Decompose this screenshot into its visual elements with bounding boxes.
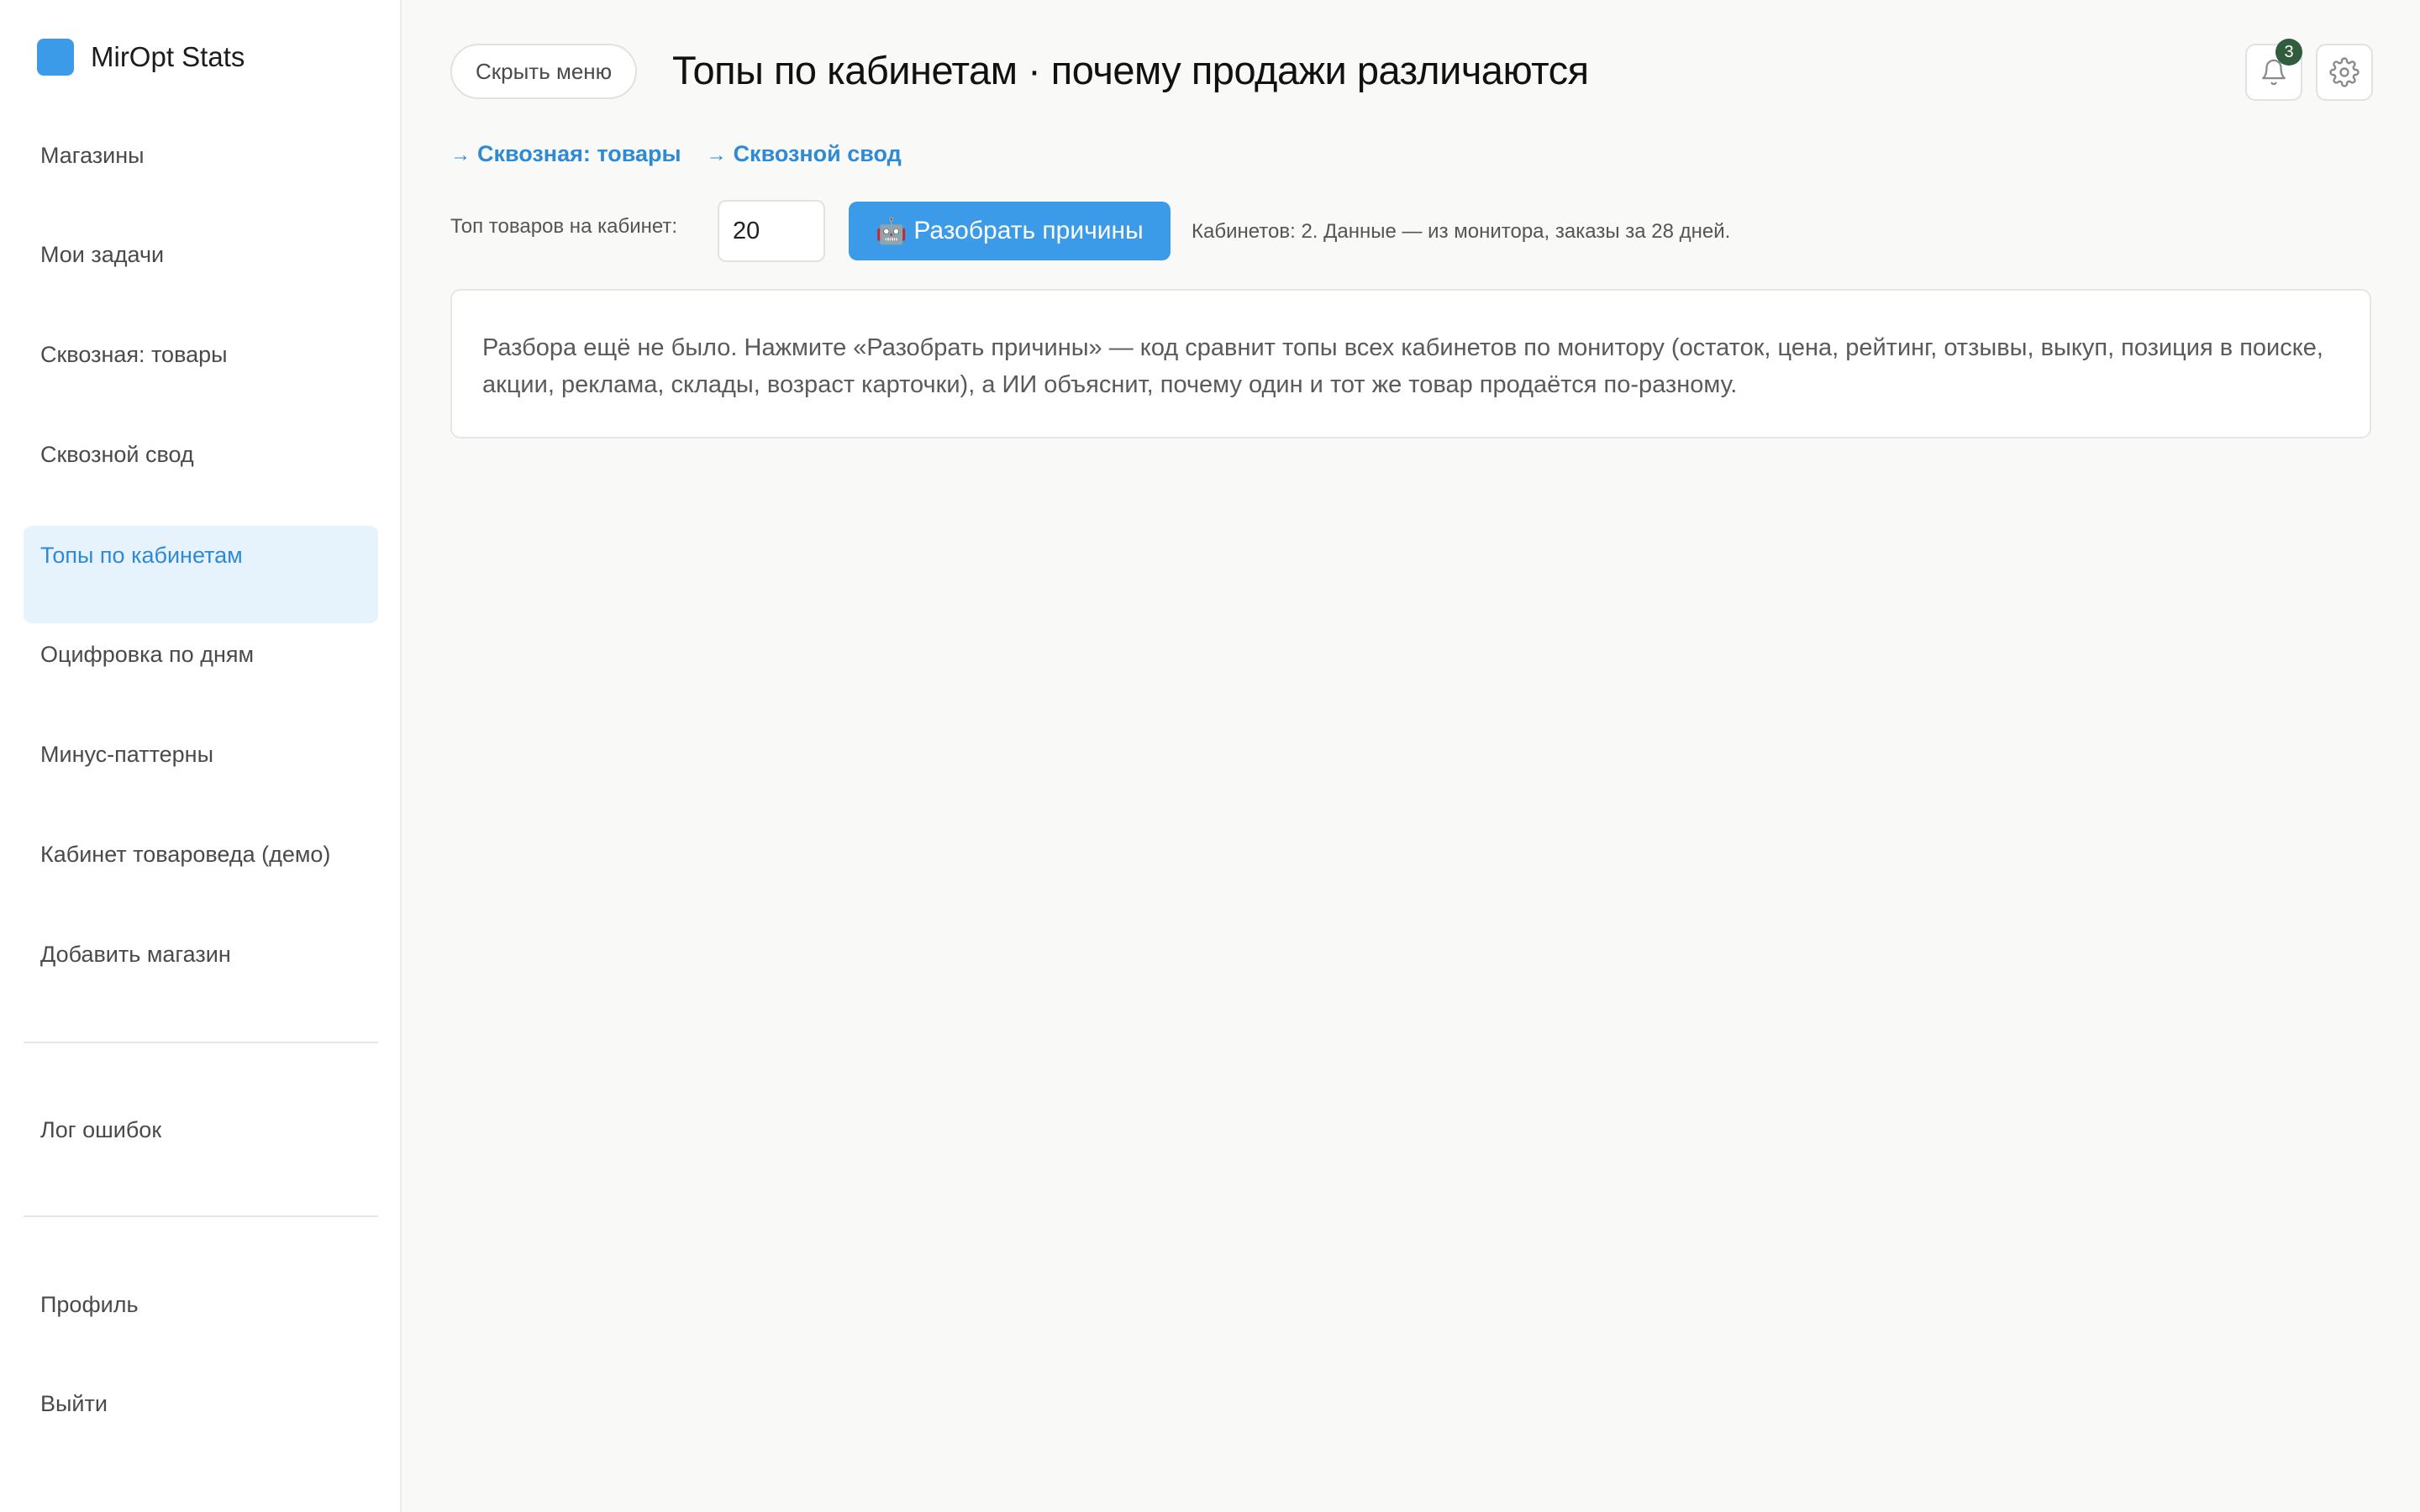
link-label: Сквозная: товары <box>477 141 681 166</box>
sidebar-item-logout[interactable]: Выйти <box>24 1374 378 1472</box>
sidebar-divider <box>24 1042 378 1043</box>
notifications-button[interactable]: 3 <box>2245 39 2302 101</box>
analyze-reasons-button[interactable]: 🤖 Разобрать причины <box>849 202 1171 260</box>
app-title: MirOpt Stats <box>91 41 245 72</box>
sidebar-item-add-store[interactable]: Добавить магазин <box>24 925 378 1022</box>
main-content: Скрыть меню Топы по кабинетам · почему п… <box>402 0 2420 1512</box>
logo-icon <box>37 39 74 76</box>
sidebar: MirOpt Stats Магазины Мои задачи Сквозна… <box>0 0 402 1512</box>
sidebar-item-stores[interactable]: Магазины <box>24 126 378 223</box>
sidebar-item-tops-by-cabinet[interactable]: Топы по кабинетам <box>24 526 378 623</box>
arrow-right-icon: → <box>706 144 727 166</box>
sidebar-item-error-log[interactable]: Лог ошибок <box>24 1100 378 1198</box>
sidebar-item-minus-patterns[interactable]: Минус-паттерны <box>24 725 378 822</box>
sidebar-item-daily-digitization[interactable]: Оцифровка по дням <box>24 625 378 722</box>
sidebar-item-cross-products[interactable]: Сквозная: товары <box>24 325 378 423</box>
sidebar-item-cross-summary[interactable]: Сквозной свод <box>24 425 378 522</box>
analyze-reasons-label: Разобрать причины <box>913 217 1144 244</box>
top-count-label: Топ товаров на кабинет: <box>450 215 678 238</box>
sidebar-divider <box>24 1215 378 1217</box>
gear-icon <box>2329 57 2360 87</box>
sidebar-item-merchandiser-demo[interactable]: Кабинет товароведа (демо) <box>24 825 378 922</box>
arrow-right-icon: → <box>450 144 471 166</box>
brand[interactable]: MirOpt Stats <box>37 39 245 76</box>
empty-state-notice: Разбора ещё не было. Нажмите «Разобрать … <box>450 289 2371 438</box>
link-label: Сквозной свод <box>733 141 902 166</box>
robot-icon: 🤖 <box>876 217 908 245</box>
cabinets-info: Кабинетов: 2. Данные — из монитора, зака… <box>1192 220 1731 243</box>
hide-menu-button[interactable]: Скрыть меню <box>450 44 638 99</box>
sidebar-item-profile[interactable]: Профиль <box>24 1275 378 1373</box>
link-cross-products[interactable]: → Сквозная: товары <box>450 141 681 167</box>
page-title: Топы по кабинетам · почему продажи разли… <box>672 48 1589 92</box>
quick-links: → Сквозная: товары → Сквозной свод <box>450 141 902 167</box>
sidebar-item-my-tasks[interactable]: Мои задачи <box>24 225 378 323</box>
notification-count-badge: 3 <box>2275 39 2302 66</box>
link-cross-summary[interactable]: → Сквозной свод <box>707 141 902 167</box>
top-count-input[interactable] <box>718 200 825 262</box>
settings-button[interactable] <box>2316 44 2373 101</box>
